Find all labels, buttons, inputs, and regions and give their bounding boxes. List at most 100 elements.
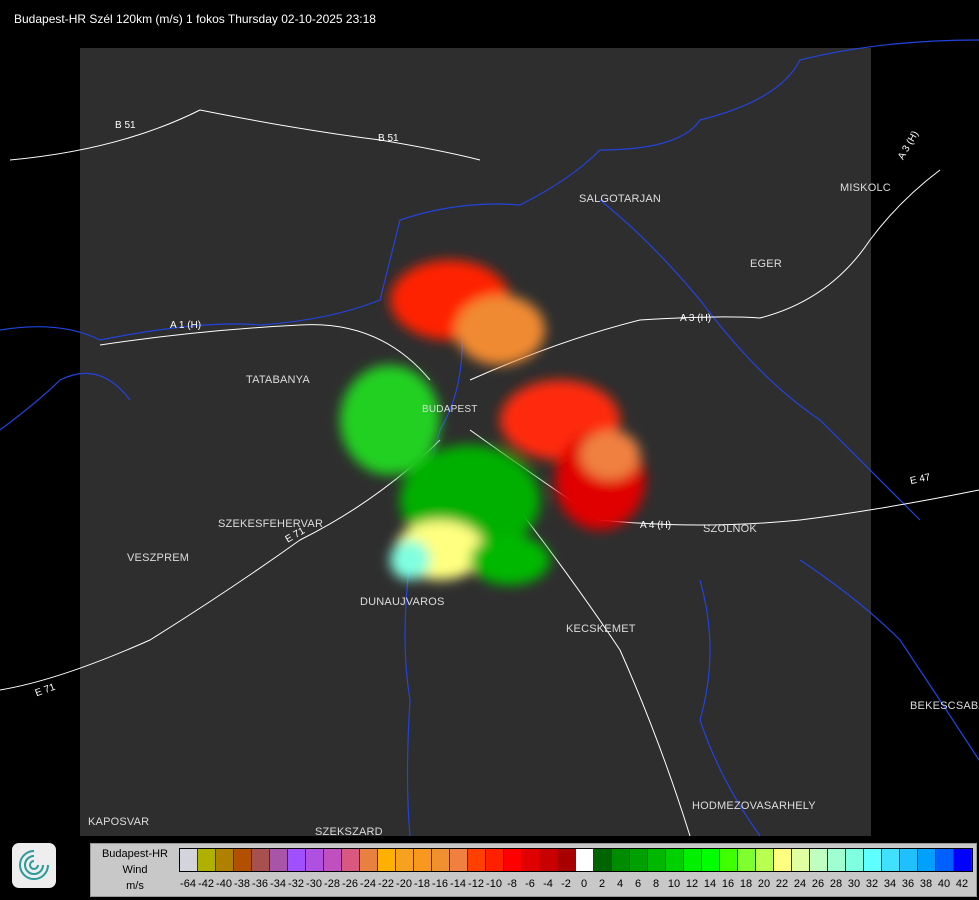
legend-value-label: 40 [937,878,951,890]
legend-color-box [594,849,612,871]
road-label: B 51 [115,120,136,131]
legend-color-box [504,849,522,871]
city-label: DUNAUJVAROS [360,596,445,608]
legend-color-box [684,849,702,871]
legend-value-label: 18 [739,878,753,890]
legend-color-box [846,849,864,871]
city-label: KECSKEMET [566,623,636,635]
legend-value-label: 26 [811,878,825,890]
legend-color-box [918,849,936,871]
city-label: SZEKESFEHERVAR [218,518,324,530]
road-label: B 51 [378,133,399,144]
legend-value-label: 30 [847,878,861,890]
legend-value-label: -36 [252,878,268,890]
legend-value-label: 24 [793,878,807,890]
city-label: KAPOSVAR [88,816,150,828]
legend-color-box [234,849,252,871]
legend-value-label: 32 [865,878,879,890]
legend-quantity: Wind [122,864,148,876]
legend-color-box [450,849,468,871]
legend-color-box [630,849,648,871]
legend-value-label: -14 [450,878,466,890]
legend-value-label: 36 [901,878,915,890]
radar-map[interactable] [0,0,979,900]
city-label: MISKOLC [840,182,891,194]
legend-color-box [288,849,306,871]
legend-color-box [522,849,540,871]
legend-value-label: -16 [432,878,448,890]
legend-value-label: 4 [616,878,624,890]
legend-color-box [558,849,576,871]
city-label: VESZPREM [127,552,190,564]
legend-value-label: 34 [883,878,897,890]
legend-color-box [396,849,414,871]
city-label: TATABANYA [246,374,310,386]
legend-value-label: -28 [324,878,340,890]
legend-color-box [324,849,342,871]
legend-color-box [306,849,324,871]
legend-value-label: 6 [634,878,642,890]
legend-value-label: -38 [234,878,250,890]
legend-value-label: 12 [685,878,699,890]
legend-color-box [198,849,216,871]
legend-color-box [900,849,918,871]
legend-value-label: -42 [198,878,214,890]
legend-unit: m/s [126,880,144,892]
legend-value-label: 28 [829,878,843,890]
legend-value-label: -22 [378,878,394,890]
legend-color-box [720,849,738,871]
legend-labels: -64 -42 -40 -38 -36 -34 -32 -30 -28 -26 -24 -22 -20-… [179,878,971,890]
legend-station: Budapest-HR [101,848,169,860]
legend-color-box [612,849,630,871]
swirl-logo-icon [19,850,49,880]
color-legend: Budapest-HR Wind m/s -64 -42 -40 -38 -36 -34-… [90,843,977,897]
legend-color-box [648,849,666,871]
radar-coverage-area [80,48,871,836]
city-label: SZOLNOK [703,523,757,535]
legend-color-box [864,849,882,871]
legend-value-label: -30 [306,878,322,890]
legend-color-box [576,849,594,871]
legend-color-box [666,849,684,871]
legend-value-label: -20 [396,878,412,890]
legend-value-label: -34 [270,878,286,890]
city-label: SALGOTARJAN [579,193,662,205]
legend-color-box [936,849,954,871]
legend-value-label: 14 [703,878,717,890]
city-label: SZEKSZARD [315,826,383,838]
legend-color-box [216,849,234,871]
legend-value-label: -40 [216,878,232,890]
legend-value-label: -10 [486,878,502,890]
legend-value-label: -12 [468,878,484,890]
legend-color-box [774,849,792,871]
legend-value-label: 10 [667,878,681,890]
legend-color-box [468,849,486,871]
legend-value-label: -24 [360,878,376,890]
legend-color-box [954,849,972,871]
legend-value-label: 20 [757,878,771,890]
legend-color-box [270,849,288,871]
city-label: EGER [750,258,782,270]
legend-value-label: -4 [543,878,553,890]
legend-value-label: -2 [561,878,571,890]
legend-color-box [342,849,360,871]
legend-color-box [486,849,504,871]
city-label: BUDAPEST [422,404,478,415]
legend-color-box [180,849,198,871]
road-label: A 1 (H) [170,320,202,331]
legend-value-label: 42 [955,878,969,890]
road-label: A 3 (H) [680,313,712,324]
legend-value-label: 0 [580,878,588,890]
legend-color-box [882,849,900,871]
map-title: Budapest-HR Szél 120km (m/s) 1 fokos Thu… [14,12,376,26]
legend-color-box [378,849,396,871]
legend-color-box [828,849,846,871]
legend-color-box [540,849,558,871]
legend-color-scale [179,848,973,872]
legend-value-label: 22 [775,878,789,890]
legend-value-label: -64 [180,878,196,890]
city-label: BEKESCSABA [910,700,979,712]
legend-value-label: -6 [525,878,535,890]
legend-color-box [810,849,828,871]
legend-value-label: -32 [288,878,304,890]
